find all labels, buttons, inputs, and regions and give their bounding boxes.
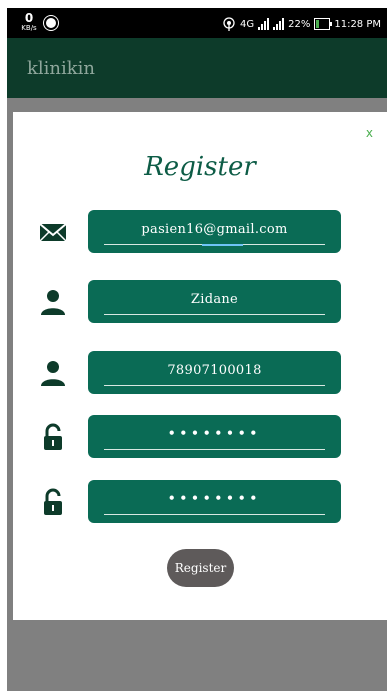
envelope-icon (39, 223, 67, 242)
password-row: •••••••• (13, 415, 387, 459)
name-value: Zidane (190, 292, 239, 307)
confirm-password-row: •••••••• (13, 480, 387, 524)
battery-icon (314, 18, 333, 30)
hotspot-icon (223, 17, 235, 31)
field-underline (104, 514, 325, 515)
confirm-password-value: •••••••• (167, 491, 262, 505)
network-speed: 0 KB/s (17, 12, 41, 32)
lock-icon (44, 488, 62, 515)
network-type: 4G (239, 18, 255, 30)
signal-strength-icon (258, 18, 270, 30)
signal-strength-2-icon (273, 18, 285, 30)
network-speed-unit: KB/s (21, 24, 37, 32)
name-row: Zidane (13, 280, 387, 324)
network-speed-value: 0 (24, 11, 34, 25)
field-underline (104, 314, 325, 315)
password-value: •••••••• (167, 426, 262, 440)
email-value: pasien16@gmail.com (141, 222, 288, 237)
field-underline (104, 385, 325, 386)
battery-percent: 22% (288, 18, 311, 30)
field-underline (104, 449, 325, 450)
clock: 11:28 PM (334, 18, 381, 30)
register-button[interactable]: Register (167, 549, 234, 587)
register-dialog: x Register pasien16@gmail.com Zidane 789… (13, 112, 387, 620)
confirm-password-field[interactable]: •••••••• (88, 480, 341, 523)
person-icon (41, 361, 65, 386)
phone-value: 78907100018 (167, 363, 262, 378)
name-field[interactable]: Zidane (88, 280, 341, 323)
record-dot-icon (44, 16, 58, 30)
person-icon (41, 290, 65, 315)
spellcheck-underline (202, 244, 243, 246)
app-bar: klinikin (7, 38, 387, 98)
email-field[interactable]: pasien16@gmail.com (88, 210, 341, 253)
password-field[interactable]: •••••••• (88, 415, 341, 458)
dialog-title: Register (144, 152, 256, 182)
app-title: klinikin (27, 58, 96, 79)
lock-icon (44, 423, 62, 450)
status-bar: 0 KB/s 4G 22% 11:28 PM (7, 8, 387, 38)
status-icons: 4G 22% 11:28 PM (222, 15, 381, 33)
close-button[interactable]: x (366, 126, 373, 140)
phone-field[interactable]: 78907100018 (88, 351, 341, 394)
email-row: pasien16@gmail.com (13, 210, 387, 254)
phone-row: 78907100018 (13, 351, 387, 395)
